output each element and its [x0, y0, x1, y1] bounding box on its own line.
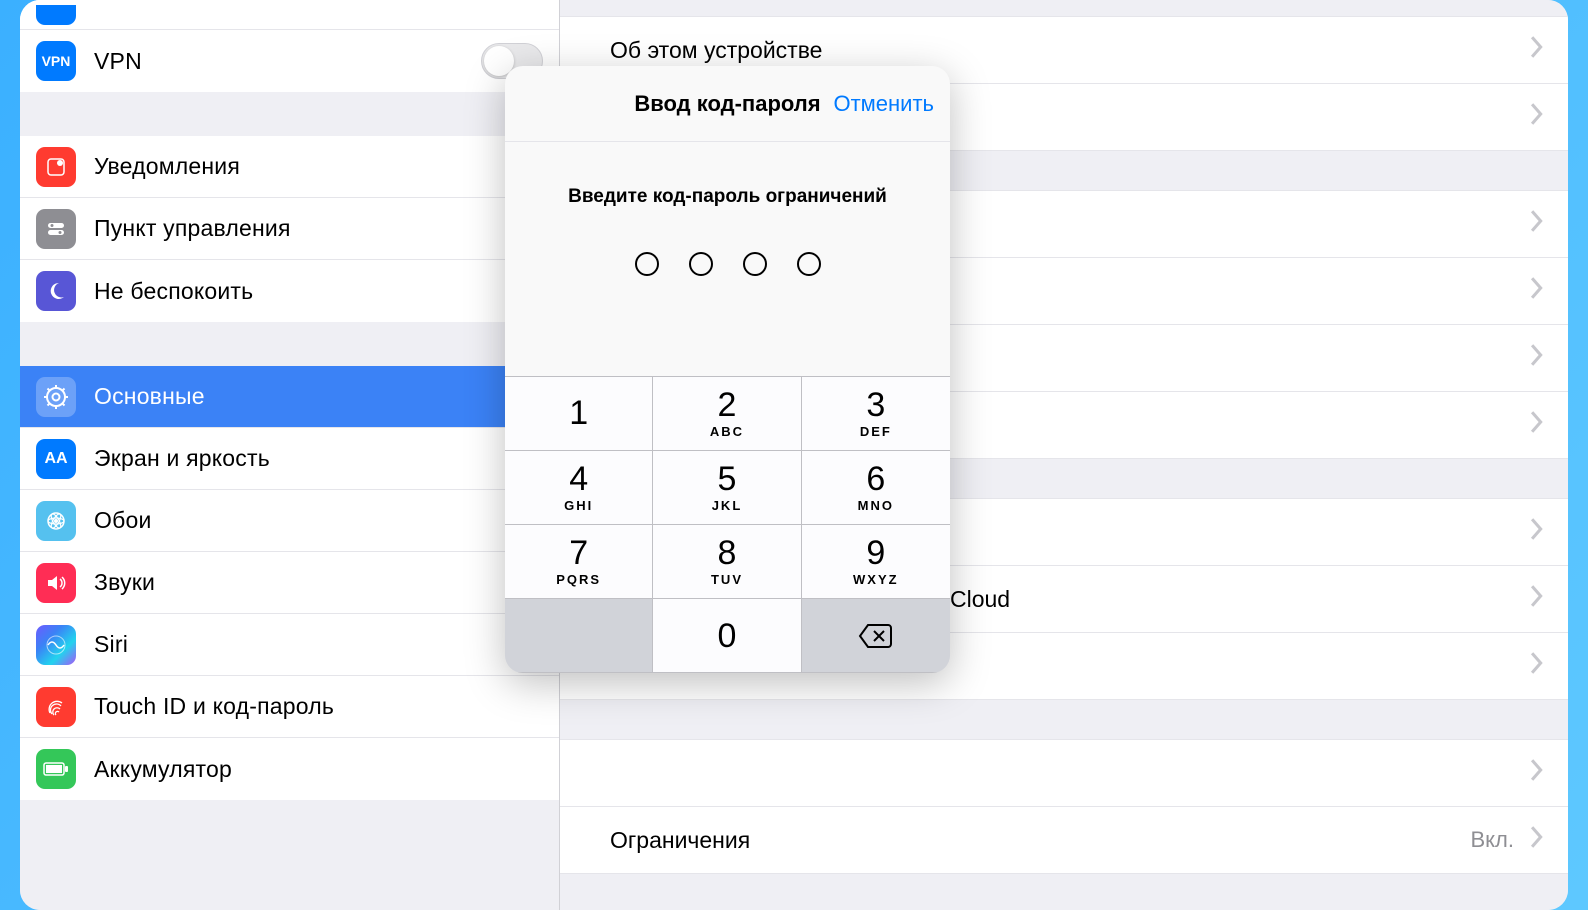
cancel-button[interactable]: Отменить [833, 91, 934, 117]
detail-row[interactable] [560, 739, 1568, 807]
sidebar-item-general[interactable]: Основные [20, 366, 559, 428]
sidebar-item-label: Пункт управления [94, 215, 291, 242]
key-7[interactable]: 7PQRS [505, 525, 653, 599]
passcode-dots [525, 252, 930, 276]
chevron-right-icon [1530, 210, 1544, 238]
chevron-right-icon [1530, 826, 1544, 854]
sidebar-item-label: VPN [94, 48, 142, 75]
sidebar-item-display[interactable]: AA Экран и яркость [20, 428, 559, 490]
vpn-icon: VPN [36, 41, 76, 81]
modal-prompt: Введите код-пароль ограничений [525, 186, 930, 208]
chevron-right-icon [1530, 277, 1544, 305]
sidebar-item-label: Экран и яркость [94, 445, 270, 472]
chevron-right-icon [1530, 585, 1544, 613]
moon-icon [36, 271, 76, 311]
sidebar-item-bluetooth[interactable] [20, 0, 559, 30]
chevron-right-icon [1530, 759, 1544, 787]
fingerprint-icon [36, 687, 76, 727]
key-1[interactable]: 1 [505, 377, 653, 451]
key-3[interactable]: 3DEF [802, 377, 950, 451]
notifications-icon [36, 147, 76, 187]
sidebar-item-label: Основные [94, 383, 205, 410]
sidebar-item-label: Звуки [94, 569, 155, 596]
sidebar-item-label: Siri [94, 631, 128, 658]
sidebar-item-label: Аккумулятор [94, 756, 232, 783]
sidebar-item-vpn[interactable]: VPN VPN [20, 30, 559, 92]
key-blank [505, 599, 653, 673]
siri-icon [36, 625, 76, 665]
passcode-dot [743, 252, 767, 276]
display-icon: AA [36, 439, 76, 479]
sidebar-item-label: Не беспокоить [94, 278, 253, 305]
key-4[interactable]: 4GHI [505, 451, 653, 525]
gear-icon [36, 377, 76, 417]
passcode-dot [635, 252, 659, 276]
detail-row-label: Об этом устройстве [610, 37, 822, 64]
battery-icon [36, 749, 76, 789]
wallpaper-icon [36, 501, 76, 541]
sidebar-item-control-center[interactable]: Пункт управления [20, 198, 559, 260]
key-backspace[interactable] [802, 599, 950, 673]
chevron-right-icon [1530, 36, 1544, 64]
sidebar-item-label: Уведомления [94, 153, 240, 180]
key-8[interactable]: 8TUV [653, 525, 801, 599]
chevron-right-icon [1530, 411, 1544, 439]
bluetooth-icon [36, 5, 76, 25]
control-center-icon [36, 209, 76, 249]
settings-sidebar: VPN VPN Уведомления Пункт управления [20, 0, 560, 910]
key-6[interactable]: 6MNO [802, 451, 950, 525]
detail-row-partial: Cloud [950, 586, 1010, 613]
key-2[interactable]: 2ABC [653, 377, 801, 451]
detail-row-label: Ограничения [610, 827, 750, 854]
chevron-right-icon [1530, 518, 1544, 546]
key-0[interactable]: 0 [653, 599, 801, 673]
sidebar-item-sounds[interactable]: Звуки [20, 552, 559, 614]
chevron-right-icon [1530, 652, 1544, 680]
sidebar-item-notifications[interactable]: Уведомления [20, 136, 559, 198]
chevron-right-icon [1530, 103, 1544, 131]
passcode-modal: Ввод код-пароля Отменить Введите код-пар… [505, 66, 950, 673]
passcode-dot [797, 252, 821, 276]
modal-header: Ввод код-пароля Отменить [505, 66, 950, 142]
numeric-keypad: 1 2ABC 3DEF 4GHI 5JKL 6MNO 7PQRS 8TUV 9W… [505, 376, 950, 673]
sidebar-item-wallpaper[interactable]: Обои [20, 490, 559, 552]
chevron-right-icon [1530, 344, 1544, 372]
passcode-dot [689, 252, 713, 276]
sidebar-item-touchid[interactable]: Touch ID и код-пароль [20, 676, 559, 738]
sidebar-item-label: Обои [94, 507, 152, 534]
sidebar-item-siri[interactable]: Siri [20, 614, 559, 676]
modal-title: Ввод код-пароля [634, 91, 820, 117]
backspace-icon [858, 623, 894, 649]
sidebar-item-battery[interactable]: Аккумулятор [20, 738, 559, 800]
key-9[interactable]: 9WXYZ [802, 525, 950, 599]
speaker-icon [36, 563, 76, 603]
sidebar-item-do-not-disturb[interactable]: Не беспокоить [20, 260, 559, 322]
detail-row-value: Вкл. [1471, 827, 1515, 853]
sidebar-item-label: Touch ID и код-пароль [94, 693, 334, 720]
key-5[interactable]: 5JKL [653, 451, 801, 525]
detail-restrictions[interactable]: Ограничения Вкл. [560, 806, 1568, 874]
